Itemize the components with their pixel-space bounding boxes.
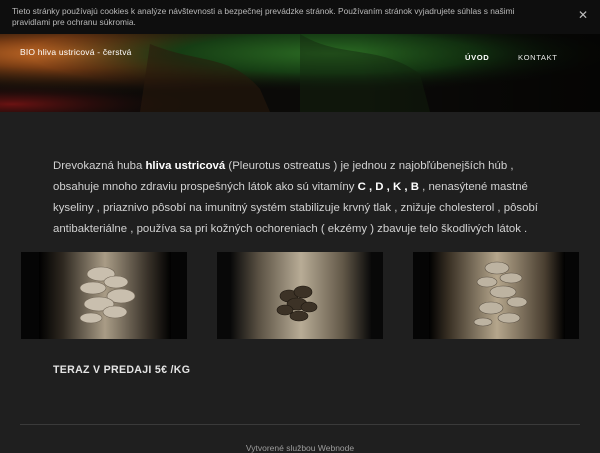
footer-credit[interactable]: Vytvorené službou Webnode	[0, 443, 600, 453]
header-background-image	[0, 34, 600, 112]
footer-divider	[20, 424, 580, 425]
mushroom-photo[interactable]	[21, 252, 187, 339]
intro-bold-vitamins: C , D , K , B	[357, 181, 419, 193]
site-title[interactable]: BIO hliva ustricová - čerstvá	[20, 47, 132, 57]
intro-bold-name: hliva ustricová	[145, 160, 226, 172]
cookie-notice-text: Tieto stránky používajú cookies k analýz…	[12, 6, 515, 27]
mushroom-photo[interactable]	[217, 252, 383, 339]
sale-price-heading: TERAZ V PREDAJI 5€ /KG	[53, 364, 191, 376]
header-banner: BIO hliva ustricová - čerstvá ÚVOD KONTA…	[0, 34, 600, 112]
intro-text: Drevokazná huba	[53, 160, 146, 172]
nav-item-uvod[interactable]: ÚVOD	[465, 53, 489, 62]
intro-paragraph: Drevokazná huba hliva ustricová (Pleurot…	[53, 156, 553, 240]
nav-item-kontakt[interactable]: KONTAKT	[518, 53, 558, 62]
close-icon[interactable]: ✕	[576, 8, 590, 22]
cookie-bar: Tieto stránky používajú cookies k analýz…	[0, 0, 600, 34]
mushroom-photo[interactable]	[413, 252, 579, 339]
